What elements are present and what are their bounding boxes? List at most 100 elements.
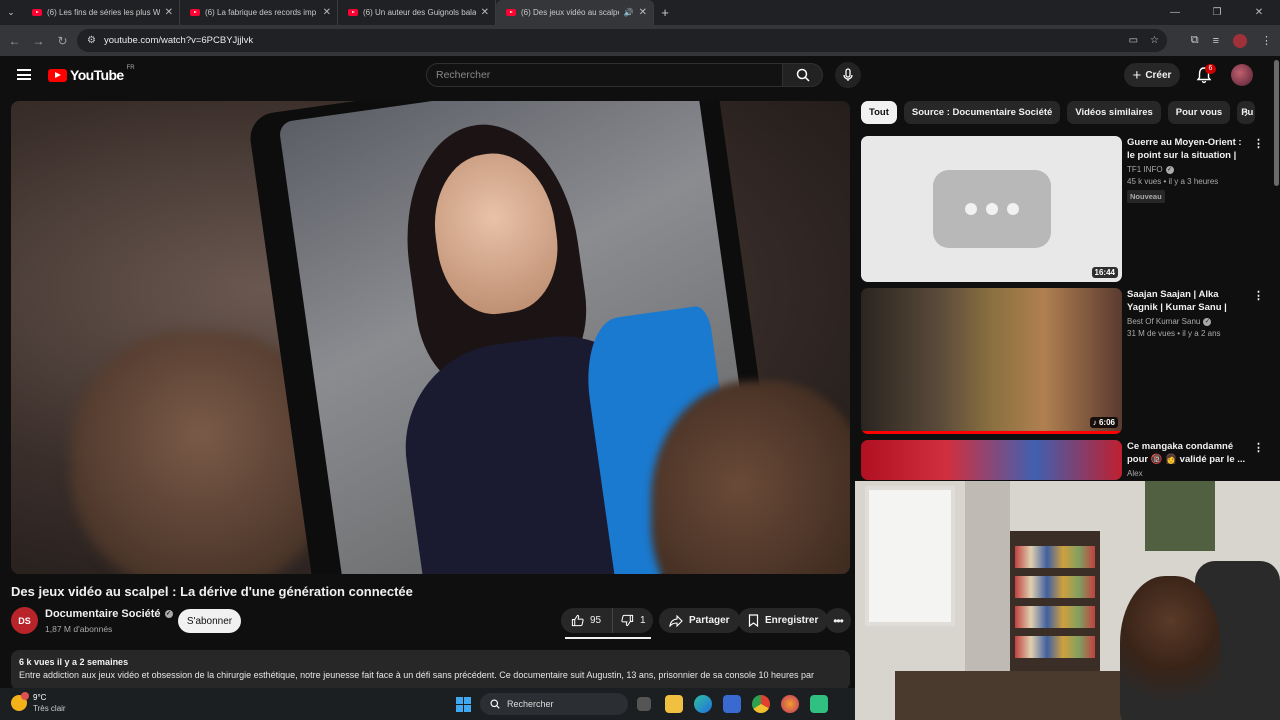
video-title: Des jeux vidéo au scalpel : La dérive d'… [11,584,413,599]
page-scrollbar[interactable] [1274,60,1279,186]
windows-start-icon[interactable] [456,697,471,712]
browser-menu-icon[interactable]: ⋮ [1261,34,1272,47]
chip-tout[interactable]: Tout [861,101,897,124]
share-icon [669,614,683,627]
more-options-icon[interactable]: ⋮ [1253,289,1264,302]
verified-icon: ✓ [164,610,173,618]
dislike-button[interactable]: 1 [613,614,646,627]
weather-condition: Très clair [33,704,66,713]
browser-tab-4[interactable]: (6) Des jeux vidéo au scalpe 🔊 ✕ [496,0,654,25]
window-controls: — ❐ ✕ [1154,0,1280,25]
browser-tab-1[interactable]: (6) Les fins de séries les plus W ✕ [22,0,180,25]
file-explorer-icon[interactable] [665,695,683,713]
video-player[interactable] [11,101,850,574]
create-button[interactable]: + Créer [1124,63,1180,87]
browser-tab-2[interactable]: (6) La fabrique des records imp ✕ [180,0,338,25]
more-actions-icon[interactable]: ••• [825,608,851,633]
views-and-date: 6 k vues il y a 2 semaines [19,657,129,667]
forward-icon[interactable]: → [26,34,51,48]
video-thumbnail[interactable]: 16:44 [861,136,1122,282]
site-info-icon[interactable]: ⚙ [87,35,96,46]
share-button[interactable]: Partager [659,608,740,633]
video-thumbnail[interactable] [861,440,1122,480]
new-tab-button[interactable]: + [654,5,676,20]
recommendation-item[interactable]: 16:44 Guerre au Moyen-Orient : le point … [861,136,1264,286]
bookmark-star-icon[interactable]: ☆ [1150,35,1159,46]
channel-avatar[interactable]: DS [11,607,38,634]
close-tab-icon[interactable]: ✕ [639,7,647,18]
voice-search-button[interactable] [835,62,861,88]
like-button[interactable]: 95 [561,608,613,633]
app-icon[interactable] [810,695,828,713]
youtube-favicon-icon [190,9,200,16]
close-window-icon[interactable]: ✕ [1238,7,1280,18]
chip-source[interactable]: Source : Documentaire Société [903,101,1061,124]
recommendation-item[interactable]: Ce mangaka condamné pour 🔞 👩 validé par … [861,440,1264,480]
close-tab-icon[interactable]: ✕ [481,7,489,18]
close-tab-icon[interactable]: ✕ [165,7,173,18]
tab-title: (6) Les fins de séries les plus W [47,8,160,17]
profile-avatar[interactable] [1233,33,1247,48]
like-dislike-group: 95 1 [561,608,653,633]
restore-icon[interactable]: ❐ [1196,7,1238,18]
extensions-icon[interactable]: ⧉ [1191,34,1199,47]
subscribe-button[interactable]: S'abonner [178,609,241,633]
recommendation-title[interactable]: Saajan Saajan | Alka Yagnik | Kumar Sanu… [1127,288,1249,314]
chip-similar[interactable]: Vidéos similaires [1067,101,1161,124]
more-options-icon[interactable]: ⋮ [1253,137,1264,150]
tab-title: (6) Un auteur des Guignols bala [363,8,476,17]
youtube-play-icon [48,68,67,82]
youtube-logo[interactable]: YouTube FR [48,65,135,83]
firefox-icon[interactable] [781,695,799,713]
store-icon[interactable] [723,695,741,713]
task-view-icon[interactable] [637,697,651,711]
browser-tab-3[interactable]: (6) Un auteur des Guignols bala ✕ [338,0,496,25]
video-thumbnail[interactable]: ♪ 6:06 [861,288,1122,434]
placeholder-thumbnail-icon [932,170,1051,248]
media-control-icon[interactable]: ≡ [1213,35,1219,47]
recommendation-title[interactable]: Guerre au Moyen-Orient : le point sur la… [1127,136,1249,162]
weather-sun-icon [11,692,29,711]
account-avatar[interactable] [1231,64,1253,86]
search-input[interactable]: Rechercher [426,63,783,87]
recommendation-channel[interactable]: TF1 INFO ✓ [1127,165,1249,174]
like-ratio-bar [565,637,651,639]
new-badge: Nouveau [1127,190,1165,203]
reload-icon[interactable]: ↻ [50,34,75,48]
save-button[interactable]: Enregistrer [738,608,829,633]
weather-widget[interactable]: 9°C Très clair [11,692,66,714]
recommendation-item[interactable]: ♪ 6:06 Saajan Saajan | Alka Yagnik | Kum… [861,288,1264,438]
duration-badge: 16:44 [1091,267,1118,278]
minimize-icon[interactable]: — [1154,7,1196,18]
bookmark-icon [748,614,759,627]
cast-icon[interactable]: ▭ [1129,35,1138,46]
back-icon[interactable]: ← [2,34,27,48]
chip-for-you[interactable]: Pour vous [1167,101,1231,124]
recommendation-meta: 31 M de vues • il y a 2 ans [1127,329,1221,338]
youtube-favicon-icon [32,9,42,16]
address-bar[interactable]: ⚙ youtube.com/watch?v=6PCBYJjjlvk ▭ ☆ [77,29,1167,52]
search-button[interactable] [783,63,823,87]
recommendation-channel[interactable]: Best Of Kumar Sanu ✓ [1127,317,1249,326]
recommendation-title[interactable]: Ce mangaka condamné pour 🔞 👩 validé par … [1127,440,1249,466]
url-text: youtube.com/watch?v=6PCBYJjjlvk [103,35,254,46]
chevron-right-icon[interactable]: › [1237,104,1255,122]
search-icon [490,699,500,709]
chrome-icon[interactable] [752,695,770,713]
description-box[interactable]: 6 k vues il y a 2 semaines Entre addicti… [11,650,850,690]
channel-name[interactable]: Documentaire Société ✓ [45,608,173,620]
watch-progress-bar [861,431,1122,434]
menu-icon[interactable] [17,69,31,80]
recommendation-meta: 45 k vues • il y a 3 heures [1127,177,1219,186]
close-tab-icon[interactable]: ✕ [323,7,331,18]
thumbs-down-icon [621,614,634,627]
more-options-icon[interactable]: ⋮ [1253,441,1264,454]
search-icon [796,68,810,82]
microphone-icon [843,68,853,81]
audio-playing-icon[interactable]: 🔊 [624,8,634,17]
taskbar-search[interactable]: Rechercher [480,693,628,715]
edge-icon[interactable] [694,695,712,713]
subscriber-count: 1,87 M d'abonnés [45,624,113,634]
recommendation-channel[interactable]: Alex [1127,469,1249,478]
tab-search-icon[interactable]: ⌄ [0,0,22,25]
